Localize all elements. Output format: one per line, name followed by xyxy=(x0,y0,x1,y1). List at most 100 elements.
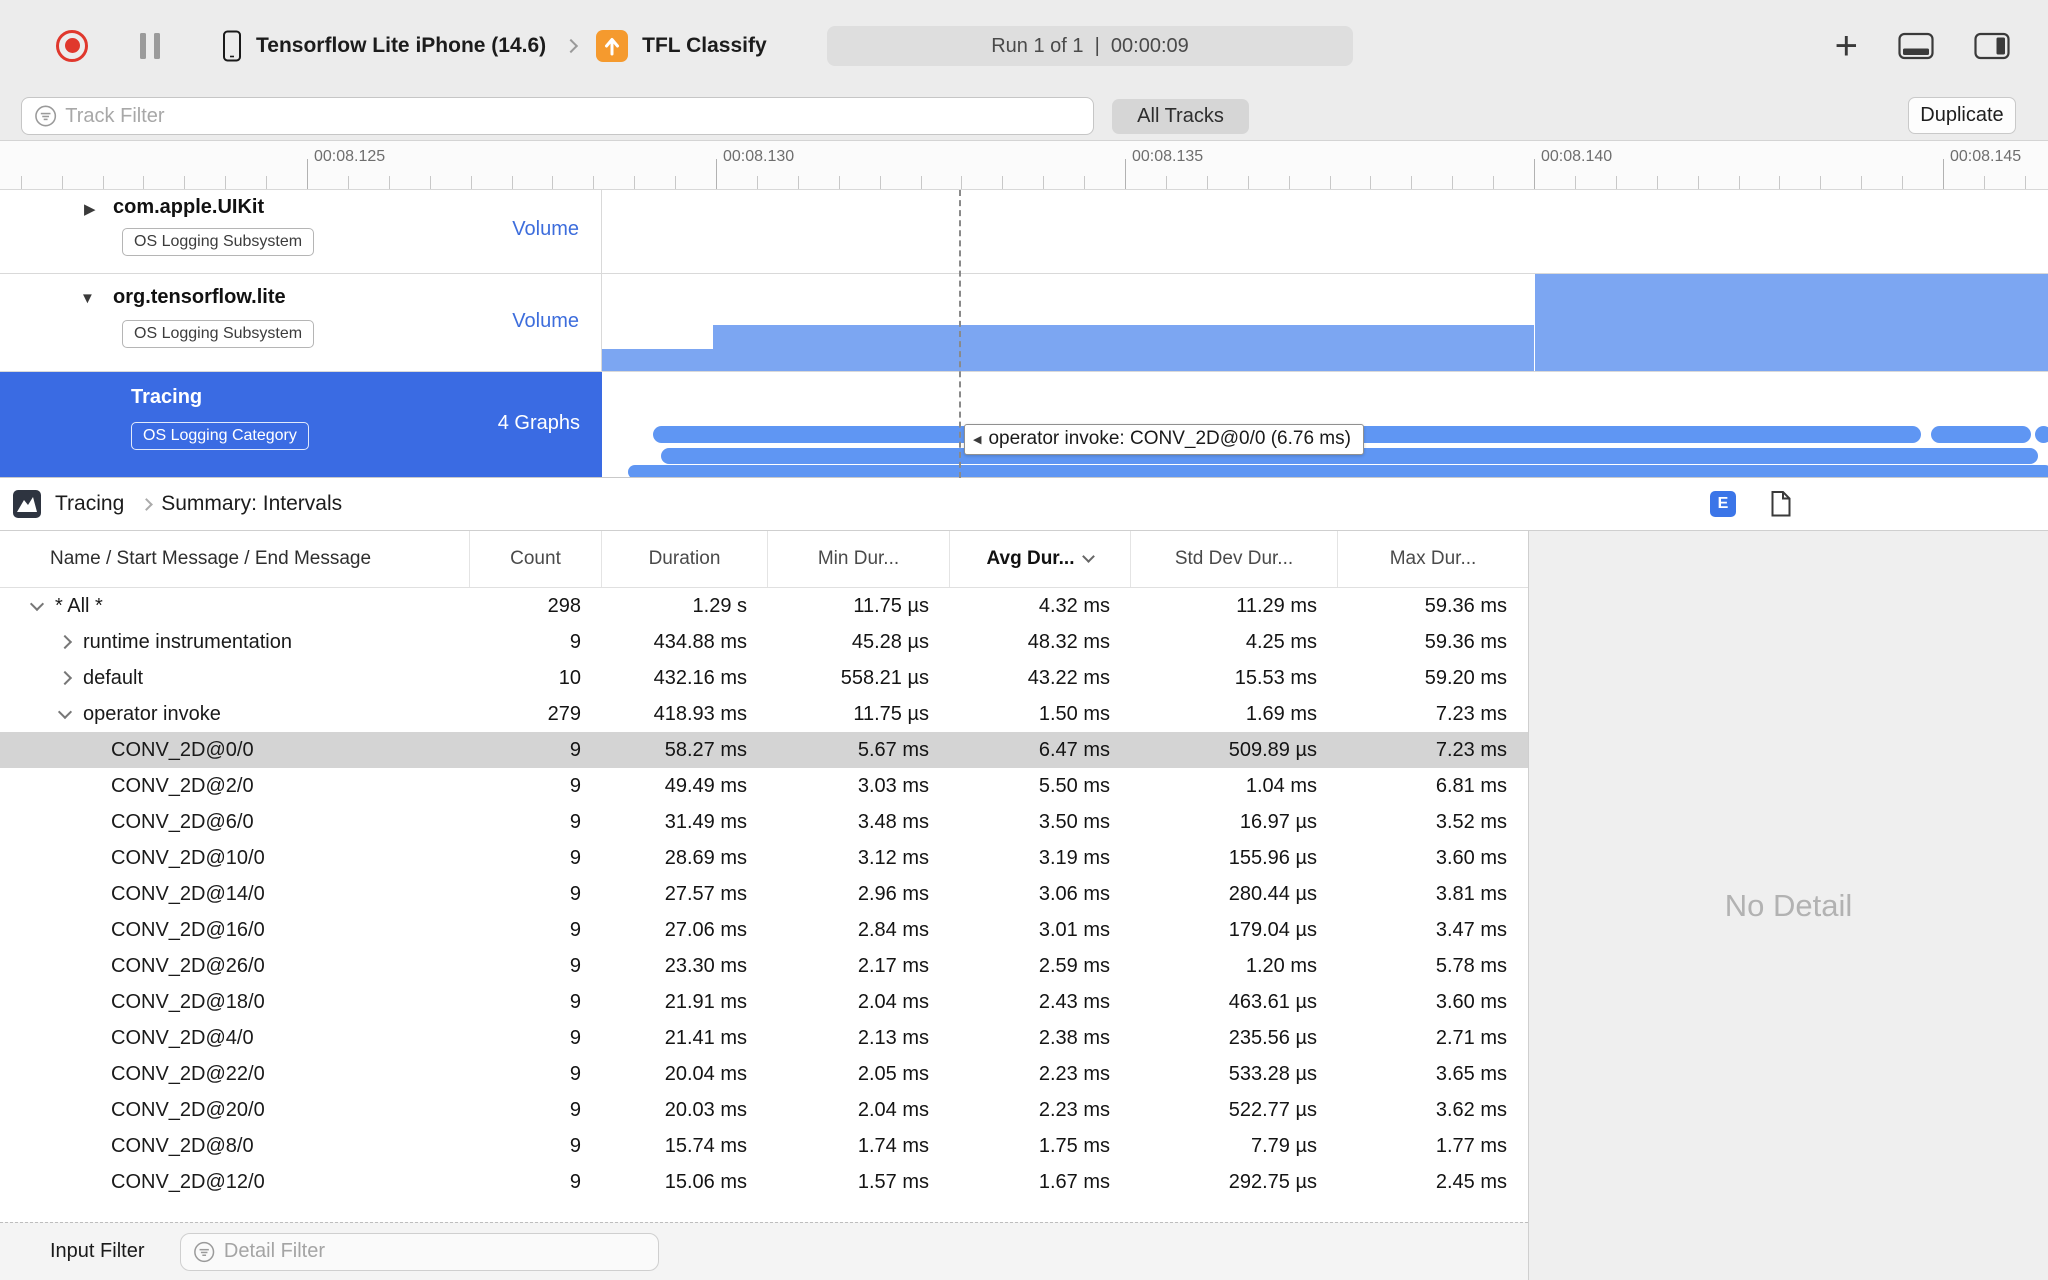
detail-filter-input[interactable] xyxy=(223,1240,647,1263)
toggle-bottom-pane-button[interactable] xyxy=(1898,32,1934,60)
interval-capsule[interactable] xyxy=(1931,426,2031,443)
row-duration: 15.06 ms xyxy=(664,1170,747,1193)
table-row[interactable]: CONV_2D@2/0 9 49.49 ms 3.03 ms 5.50 ms 1… xyxy=(0,768,1528,804)
row-max-dur: 3.52 ms xyxy=(1435,810,1507,833)
table-row[interactable]: CONV_2D@20/0 9 20.03 ms 2.04 ms 2.23 ms … xyxy=(0,1092,1528,1128)
row-name-cell: CONV_2D@6/0 xyxy=(0,804,470,840)
track-row-uikit[interactable]: ▶ com.apple.UIKit OS Logging Subsystem V… xyxy=(0,190,2048,274)
row-avg-dur: 5.50 ms xyxy=(1038,774,1110,797)
table-row[interactable]: CONV_2D@6/0 9 31.49 ms 3.48 ms 3.50 ms 1… xyxy=(0,804,1528,840)
track-filter-field[interactable] xyxy=(21,97,1094,135)
duplicate-button[interactable]: Duplicate xyxy=(1908,97,2016,134)
table-row[interactable]: CONV_2D@26/0 9 23.30 ms 2.17 ms 2.59 ms … xyxy=(0,948,1528,984)
track-label: ▼ org.tensorflow.lite OS Logging Subsyst… xyxy=(0,274,602,371)
column-header-max-dur[interactable]: Max Dur... xyxy=(1338,531,1528,587)
column-header-min-dur[interactable]: Min Dur... xyxy=(768,531,950,587)
row-name-cell: CONV_2D@2/0 xyxy=(0,768,470,804)
row-count: 9 xyxy=(569,810,581,833)
detail-filter-field[interactable] xyxy=(180,1232,660,1271)
track-row-tensorflow[interactable]: ▼ org.tensorflow.lite OS Logging Subsyst… xyxy=(0,274,2048,372)
row-count: 298 xyxy=(547,594,581,617)
row-std-dev-dur: 179.04 µs xyxy=(1228,918,1317,941)
table-row[interactable]: CONV_2D@12/0 9 15.06 ms 1.57 ms 1.67 ms … xyxy=(0,1164,1528,1200)
row-min-dur: 3.48 ms xyxy=(857,810,929,833)
device-target-selector[interactable]: Tensorflow Lite iPhone (14.6) TFL Classi… xyxy=(222,29,767,62)
row-min-dur: 45.28 µs xyxy=(851,630,929,653)
tooltip-text: operator invoke: CONV_2D@0/0 (6.76 ms) xyxy=(988,428,1351,449)
table-row[interactable]: CONV_2D@14/0 9 27.57 ms 2.96 ms 3.06 ms … xyxy=(0,876,1528,912)
ruler-tick-label: 00:08.125 xyxy=(314,148,386,165)
track-lane-uikit[interactable] xyxy=(602,190,2048,273)
playhead-line[interactable] xyxy=(959,190,961,478)
document-icon[interactable] xyxy=(1770,490,1792,518)
row-min-dur: 2.04 ms xyxy=(857,1098,929,1121)
column-header-avg-dur[interactable]: Avg Dur... xyxy=(950,531,1131,587)
table-row[interactable]: CONV_2D@22/0 9 20.04 ms 2.05 ms 2.23 ms … xyxy=(0,1056,1528,1092)
pause-icon xyxy=(140,32,146,59)
interval-capsule[interactable] xyxy=(2035,426,2048,443)
disclosure-expanded-icon[interactable]: ▼ xyxy=(80,290,95,307)
table-row[interactable]: runtime instrumentation 9 434.88 ms 45.2… xyxy=(0,624,1528,660)
track-lane-volume-graph[interactable] xyxy=(602,274,2048,371)
row-name-cell: CONV_2D@26/0 xyxy=(0,948,470,984)
add-instrument-button[interactable]: + xyxy=(1835,26,1858,66)
column-header-duration[interactable]: Duration xyxy=(602,531,768,587)
column-header-name[interactable]: Name / Start Message / End Message xyxy=(0,531,470,587)
row-count: 9 xyxy=(569,738,581,761)
all-tracks-button[interactable]: All Tracks xyxy=(1112,99,1249,134)
table-row[interactable]: CONV_2D@16/0 9 27.06 ms 2.84 ms 3.01 ms … xyxy=(0,912,1528,948)
breadcrumb-page[interactable]: Summary: Intervals xyxy=(161,492,342,516)
interval-capsule[interactable] xyxy=(628,465,2048,477)
track-lane-intervals[interactable]: ◀ operator invoke: CONV_2D@0/0 (6.76 ms) xyxy=(602,372,2048,477)
row-avg-dur: 3.06 ms xyxy=(1038,882,1110,905)
pause-button[interactable] xyxy=(140,32,160,59)
record-button[interactable] xyxy=(56,29,88,62)
row-duration: 20.03 ms xyxy=(664,1098,747,1121)
table-row[interactable]: CONV_2D@18/0 9 21.91 ms 2.04 ms 2.43 ms … xyxy=(0,984,1528,1020)
table-row[interactable]: * All * 298 1.29 s 11.75 µs 4.32 ms 11.2… xyxy=(0,588,1528,624)
row-disclosure-icon[interactable] xyxy=(57,670,73,686)
row-disclosure-icon[interactable] xyxy=(57,704,73,720)
track-area: ▶ com.apple.UIKit OS Logging Subsystem V… xyxy=(0,190,2048,478)
row-min-dur: 2.17 ms xyxy=(857,954,929,977)
column-header-std-dev-dur[interactable]: Std Dev Dur... xyxy=(1131,531,1338,587)
breadcrumb-root[interactable]: Tracing xyxy=(55,492,124,516)
expand-detail-button[interactable]: E xyxy=(1710,491,1736,517)
disclosure-collapsed-icon[interactable]: ▶ xyxy=(84,200,96,218)
row-disclosure-icon[interactable] xyxy=(57,634,73,650)
row-min-dur: 2.05 ms xyxy=(857,1062,929,1085)
row-count: 9 xyxy=(569,882,581,905)
table-row[interactable]: default 10 432.16 ms 558.21 µs 43.22 ms … xyxy=(0,660,1528,696)
row-max-dur: 59.36 ms xyxy=(1424,594,1507,617)
row-min-dur: 1.74 ms xyxy=(857,1134,929,1157)
instruments-window: Tensorflow Lite iPhone (14.6) TFL Classi… xyxy=(0,0,2048,1280)
row-name-cell: CONV_2D@16/0 xyxy=(0,912,470,948)
table-row[interactable]: CONV_2D@0/0 9 58.27 ms 5.67 ms 6.47 ms 5… xyxy=(0,732,1528,768)
row-avg-dur: 2.23 ms xyxy=(1038,1098,1110,1121)
table-row[interactable]: CONV_2D@8/0 9 15.74 ms 1.74 ms 1.75 ms 7… xyxy=(0,1128,1528,1164)
table-row[interactable]: operator invoke 279 418.93 ms 11.75 µs 1… xyxy=(0,696,1528,732)
row-std-dev-dur: 280.44 µs xyxy=(1228,882,1317,905)
timeline-ruler[interactable]: 00:08.125 00:08.130 00:08.135 00:08.140 00:0… xyxy=(0,141,2048,190)
row-min-dur: 2.96 ms xyxy=(857,882,929,905)
row-name: CONV_2D@6/0 xyxy=(111,810,254,833)
chevron-right-icon xyxy=(564,38,579,53)
track-row-tracing[interactable]: Tracing OS Logging Category 4 Graphs ◀ o… xyxy=(0,372,2048,478)
table-row[interactable]: CONV_2D@4/0 9 21.41 ms 2.13 ms 2.38 ms 2… xyxy=(0,1020,1528,1056)
column-header-count[interactable]: Count xyxy=(470,531,602,587)
track-label: ▶ com.apple.UIKit OS Logging Subsystem V… xyxy=(0,190,602,273)
table-row[interactable]: CONV_2D@10/0 9 28.69 ms 3.12 ms 3.19 ms … xyxy=(0,840,1528,876)
row-name: CONV_2D@16/0 xyxy=(111,918,265,941)
toggle-right-pane-button[interactable] xyxy=(1974,32,2010,60)
row-name-cell: CONV_2D@8/0 xyxy=(0,1128,470,1164)
row-name-cell: CONV_2D@0/0 xyxy=(0,732,470,768)
row-min-dur: 5.67 ms xyxy=(857,738,929,761)
row-name: * All * xyxy=(55,594,103,617)
row-count: 9 xyxy=(569,1098,581,1121)
row-name-cell: CONV_2D@12/0 xyxy=(0,1164,470,1200)
row-disclosure-icon[interactable] xyxy=(29,596,45,612)
row-avg-dur: 1.67 ms xyxy=(1038,1170,1110,1193)
track-filter-input[interactable] xyxy=(65,104,1081,128)
run-status: Run 1 of 1 | 00:00:09 xyxy=(827,26,1353,66)
volume-graph-segment xyxy=(602,349,713,371)
